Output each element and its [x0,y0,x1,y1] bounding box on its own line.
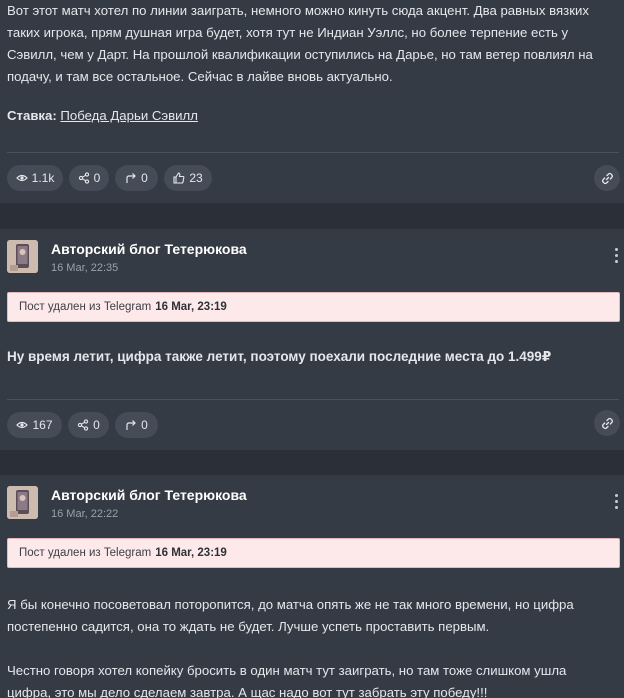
link-icon [601,417,613,429]
deleted-notice: Пост удален из Telegram 16 Mar, 23:19 [7,292,620,322]
deleted-date: 16 Mar, 23:19 [155,301,227,313]
author-name[interactable]: Авторский блог Тетерюкова [51,487,247,503]
views-count: 167 [32,418,53,432]
views-counter[interactable]: 1.1k [7,165,63,191]
deleted-text: Пост удален из Telegram [19,547,152,559]
views-counter[interactable]: 167 [7,412,62,438]
link-icon [601,172,613,184]
stake-label: Ставка: [7,108,57,123]
post-body-paragraph-2: Честно говоря хотел копейку бросить в од… [7,663,567,698]
post-body-paragraph-1: Я бы конечно посоветовал поторопится, до… [7,597,574,634]
copy-link-button[interactable] [594,165,620,191]
avatar[interactable] [7,240,38,273]
post-body: Ну время летит, цифра также летит, поэто… [7,349,552,364]
stake-line: Ставка: Победа Дарьи Сэвилл [7,108,198,123]
repost-arrow-icon [126,173,137,183]
post-card-2: Авторский блог Тетерюкова 16 Mar, 22:35 … [0,229,624,450]
post-date: 16 Mar, 22:22 [51,508,119,520]
deleted-text: Пост удален из Telegram [19,301,152,313]
kebab-menu-icon[interactable] [615,248,619,263]
share-icon [78,419,89,431]
deleted-date: 16 Mar, 23:19 [155,547,227,559]
deleted-notice: Пост удален из Telegram 16 Mar, 23:19 [7,538,620,568]
author-name[interactable]: Авторский блог Тетерюкова [51,241,247,257]
shares-count: 0 [93,171,101,185]
eye-icon [15,174,28,182]
divider [7,152,619,153]
post-card-3: Авторский блог Тетерюкова 16 Mar, 22:22 … [0,475,624,698]
likes-count: 23 [189,171,203,185]
divider [7,399,619,400]
like-button[interactable]: 23 [164,165,212,191]
post-date: 16 Mar, 22:35 [51,262,119,274]
thumbs-up-icon [173,172,185,184]
repost-button[interactable]: 0 [115,165,158,191]
post-card-1: Вот этот матч хотел по линии заиграть, н… [0,0,624,203]
copy-link-button[interactable] [594,410,620,436]
eye-icon [16,421,29,429]
repost-arrow-icon [126,420,137,430]
kebab-menu-icon[interactable] [615,494,619,509]
share-button[interactable]: 0 [69,165,109,191]
share-button[interactable]: 0 [68,412,109,438]
avatar[interactable] [7,486,38,519]
views-count: 1.1k [31,171,55,185]
share-icon [78,172,89,184]
stake-link[interactable]: Победа Дарьи Сэвилл [60,108,197,123]
shares-count: 0 [93,418,100,432]
reposts-count: 0 [141,171,148,185]
repost-button[interactable]: 0 [115,412,158,438]
reposts-count: 0 [141,418,148,432]
post-body: Вот этот матч хотел по линии заиграть, н… [7,3,593,84]
